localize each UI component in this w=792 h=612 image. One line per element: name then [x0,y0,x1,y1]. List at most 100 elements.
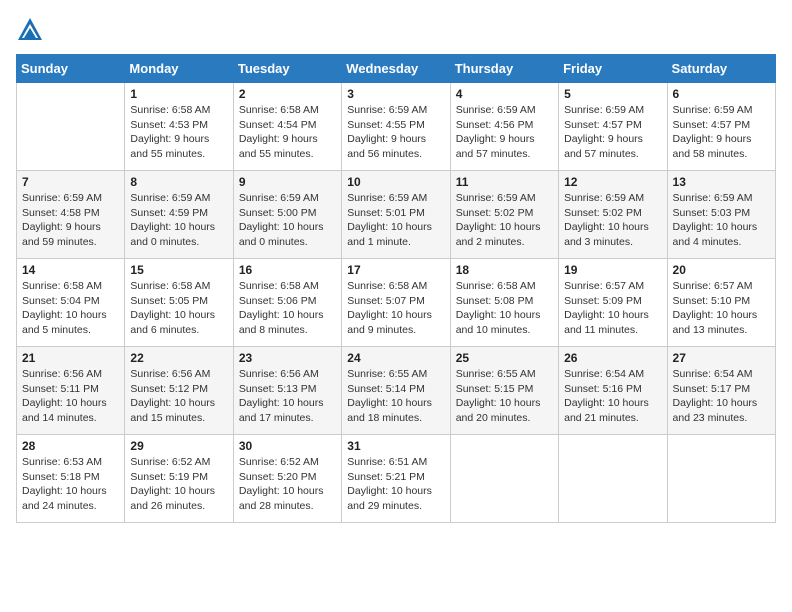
calendar-cell: 14 Sunrise: 6:58 AMSunset: 5:04 PMDayligh… [17,259,125,347]
day-info: Sunrise: 6:59 AMSunset: 5:03 PMDaylight:… [673,191,770,250]
calendar-cell: 27 Sunrise: 6:54 AMSunset: 5:17 PMDayligh… [667,347,775,435]
day-info: Sunrise: 6:58 AMSunset: 5:08 PMDaylight:… [456,279,553,338]
calendar-cell: 28 Sunrise: 6:53 AMSunset: 5:18 PMDayligh… [17,435,125,523]
header-cell-sunday: Sunday [17,55,125,83]
calendar-cell: 4 Sunrise: 6:59 AMSunset: 4:56 PMDaylight… [450,83,558,171]
calendar-table: SundayMondayTuesdayWednesdayThursdayFrid… [16,54,776,523]
day-number: 14 [22,263,119,277]
calendar-cell: 5 Sunrise: 6:59 AMSunset: 4:57 PMDaylight… [559,83,667,171]
day-number: 28 [22,439,119,453]
day-number: 10 [347,175,444,189]
day-info: Sunrise: 6:59 AMSunset: 4:59 PMDaylight:… [130,191,227,250]
calendar-cell: 17 Sunrise: 6:58 AMSunset: 5:07 PMDayligh… [342,259,450,347]
day-number: 6 [673,87,770,101]
calendar-cell: 10Sunrise: 6:59 AMSunset: 5:01 PMDayligh… [342,171,450,259]
calendar-cell: 23 Sunrise: 6:56 AMSunset: 5:13 PMDayligh… [233,347,341,435]
day-info: Sunrise: 6:59 AMSunset: 4:55 PMDaylight:… [347,103,444,162]
day-info: Sunrise: 6:58 AMSunset: 5:05 PMDaylight:… [130,279,227,338]
calendar-cell: 3 Sunrise: 6:59 AMSunset: 4:55 PMDaylight… [342,83,450,171]
day-info: Sunrise: 6:58 AMSunset: 5:06 PMDaylight:… [239,279,336,338]
day-number: 3 [347,87,444,101]
calendar-cell [667,435,775,523]
calendar-cell: 9 Sunrise: 6:59 AMSunset: 5:00 PMDaylight… [233,171,341,259]
week-row-4: 21Sunrise: 6:56 AMSunset: 5:11 PMDayligh… [17,347,776,435]
day-info: Sunrise: 6:59 AMSunset: 5:02 PMDaylight:… [456,191,553,250]
day-info: Sunrise: 6:59 AMSunset: 4:58 PMDaylight:… [22,191,119,250]
day-info: Sunrise: 6:57 AMSunset: 5:10 PMDaylight:… [673,279,770,338]
day-info: Sunrise: 6:55 AMSunset: 5:15 PMDaylight:… [456,367,553,426]
day-info: Sunrise: 6:58 AMSunset: 5:04 PMDaylight:… [22,279,119,338]
day-number: 27 [673,351,770,365]
day-number: 7 [22,175,119,189]
calendar-cell: 21Sunrise: 6:56 AMSunset: 5:11 PMDayligh… [17,347,125,435]
day-info: Sunrise: 6:51 AMSunset: 5:21 PMDaylight:… [347,455,444,514]
week-row-5: 28 Sunrise: 6:53 AMSunset: 5:18 PMDayligh… [17,435,776,523]
day-info: Sunrise: 6:54 AMSunset: 5:16 PMDaylight:… [564,367,661,426]
week-row-2: 7 Sunrise: 6:59 AMSunset: 4:58 PMDaylight… [17,171,776,259]
day-number: 31 [347,439,444,453]
logo-icon [16,16,44,44]
day-info: Sunrise: 6:58 AMSunset: 4:53 PMDaylight:… [130,103,227,162]
day-info: Sunrise: 6:56 AMSunset: 5:13 PMDaylight:… [239,367,336,426]
day-info: Sunrise: 6:59 AMSunset: 4:56 PMDaylight:… [456,103,553,162]
header-cell-monday: Monday [125,55,233,83]
day-info: Sunrise: 6:54 AMSunset: 5:17 PMDaylight:… [673,367,770,426]
day-number: 17 [347,263,444,277]
day-info: Sunrise: 6:53 AMSunset: 5:18 PMDaylight:… [22,455,119,514]
day-info: Sunrise: 6:52 AMSunset: 5:20 PMDaylight:… [239,455,336,514]
calendar-cell: 24 Sunrise: 6:55 AMSunset: 5:14 PMDayligh… [342,347,450,435]
header-cell-thursday: Thursday [450,55,558,83]
header-cell-friday: Friday [559,55,667,83]
calendar-cell: 6 Sunrise: 6:59 AMSunset: 4:57 PMDaylight… [667,83,775,171]
day-number: 25 [456,351,553,365]
calendar-cell: 1Sunrise: 6:58 AMSunset: 4:53 PMDaylight… [125,83,233,171]
day-info: Sunrise: 6:55 AMSunset: 5:14 PMDaylight:… [347,367,444,426]
day-number: 4 [456,87,553,101]
week-row-3: 14 Sunrise: 6:58 AMSunset: 5:04 PMDayligh… [17,259,776,347]
day-number: 19 [564,263,661,277]
day-number: 8 [130,175,227,189]
day-number: 5 [564,87,661,101]
day-number: 15 [130,263,227,277]
calendar-cell: 15 Sunrise: 6:58 AMSunset: 5:05 PMDayligh… [125,259,233,347]
calendar-cell: 13 Sunrise: 6:59 AMSunset: 5:03 PMDayligh… [667,171,775,259]
day-info: Sunrise: 6:52 AMSunset: 5:19 PMDaylight:… [130,455,227,514]
day-info: Sunrise: 6:57 AMSunset: 5:09 PMDaylight:… [564,279,661,338]
calendar-cell: 2 Sunrise: 6:58 AMSunset: 4:54 PMDaylight… [233,83,341,171]
day-info: Sunrise: 6:58 AMSunset: 5:07 PMDaylight:… [347,279,444,338]
week-row-1: 1Sunrise: 6:58 AMSunset: 4:53 PMDaylight… [17,83,776,171]
day-number: 12 [564,175,661,189]
day-info: Sunrise: 6:56 AMSunset: 5:11 PMDaylight:… [22,367,119,426]
day-info: Sunrise: 6:58 AMSunset: 4:54 PMDaylight:… [239,103,336,162]
logo [16,16,48,44]
day-info: Sunrise: 6:59 AMSunset: 5:02 PMDaylight:… [564,191,661,250]
calendar-cell: 11Sunrise: 6:59 AMSunset: 5:02 PMDayligh… [450,171,558,259]
header-cell-saturday: Saturday [667,55,775,83]
calendar-cell: 12 Sunrise: 6:59 AMSunset: 5:02 PMDayligh… [559,171,667,259]
day-number: 30 [239,439,336,453]
day-info: Sunrise: 6:59 AMSunset: 5:00 PMDaylight:… [239,191,336,250]
calendar-cell [17,83,125,171]
day-info: Sunrise: 6:56 AMSunset: 5:12 PMDaylight:… [130,367,227,426]
calendar-cell: 29Sunrise: 6:52 AMSunset: 5:19 PMDayligh… [125,435,233,523]
header-cell-tuesday: Tuesday [233,55,341,83]
day-number: 2 [239,87,336,101]
calendar-cell [559,435,667,523]
calendar-body: 1Sunrise: 6:58 AMSunset: 4:53 PMDaylight… [17,83,776,523]
day-info: Sunrise: 6:59 AMSunset: 4:57 PMDaylight:… [673,103,770,162]
calendar-cell: 30 Sunrise: 6:52 AMSunset: 5:20 PMDayligh… [233,435,341,523]
calendar-cell: 31 Sunrise: 6:51 AMSunset: 5:21 PMDayligh… [342,435,450,523]
calendar-cell: 8 Sunrise: 6:59 AMSunset: 4:59 PMDaylight… [125,171,233,259]
calendar-cell: 25 Sunrise: 6:55 AMSunset: 5:15 PMDayligh… [450,347,558,435]
day-number: 20 [673,263,770,277]
day-number: 24 [347,351,444,365]
day-info: Sunrise: 6:59 AMSunset: 4:57 PMDaylight:… [564,103,661,162]
calendar-cell: 22Sunrise: 6:56 AMSunset: 5:12 PMDayligh… [125,347,233,435]
calendar-cell: 16Sunrise: 6:58 AMSunset: 5:06 PMDayligh… [233,259,341,347]
day-number: 9 [239,175,336,189]
day-number: 13 [673,175,770,189]
calendar-cell: 7 Sunrise: 6:59 AMSunset: 4:58 PMDaylight… [17,171,125,259]
day-number: 18 [456,263,553,277]
day-number: 23 [239,351,336,365]
calendar-cell [450,435,558,523]
